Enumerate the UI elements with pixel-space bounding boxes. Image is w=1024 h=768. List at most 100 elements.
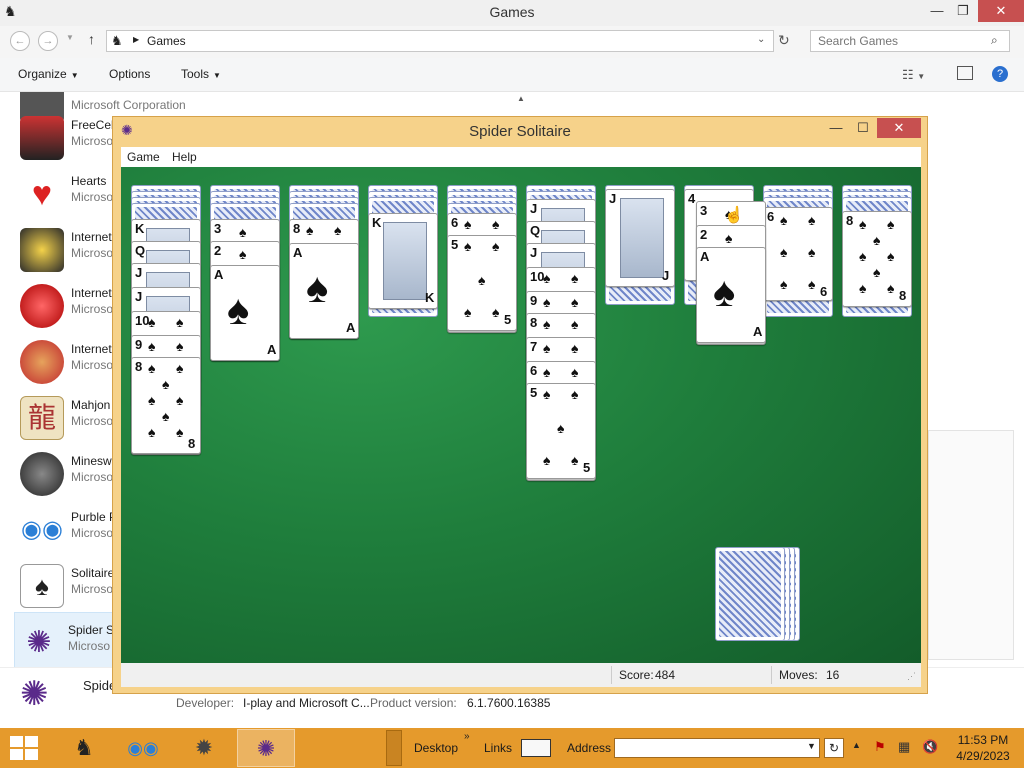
- taskbar-purble-place[interactable]: ◉◉: [114, 729, 172, 767]
- game-name: Internet: [71, 286, 112, 300]
- refresh-button[interactable]: ↻: [778, 32, 790, 49]
- spider-titlebar: ✺ Spider Solitaire — ☐ ✕: [113, 117, 927, 147]
- games-folder-icon: ♞: [74, 735, 94, 760]
- recent-pages-dropdown[interactable]: ▼: [66, 33, 74, 42]
- game-name: Internet: [71, 342, 112, 356]
- command-bar: Organize ▼ Options Tools ▼ ☷ ▼ ?: [0, 58, 1024, 92]
- restore-button[interactable]: ❐: [948, 0, 978, 22]
- start-button[interactable]: [10, 736, 38, 760]
- game-publisher: Microso: [71, 246, 114, 260]
- card-six-spades[interactable]: 6 ♠ ♠ ♠ ♠ ♠ ♠ 6: [763, 207, 833, 301]
- breadcrumb[interactable]: Games: [147, 34, 186, 48]
- internet-backgammon-icon: [20, 228, 64, 272]
- taskbar-spider-solitaire[interactable]: ✺: [237, 729, 295, 767]
- close-button[interactable]: ✕: [877, 118, 921, 138]
- toolbar-overflow-icon[interactable]: »: [464, 731, 470, 742]
- resize-grip-icon[interactable]: ⋰: [907, 671, 916, 682]
- spider-statusbar: Score: 484 Moves: 16 ⋰: [121, 663, 921, 687]
- game-publisher: Microso: [71, 526, 114, 540]
- game-name: Hearts: [71, 174, 107, 188]
- chevron-down-icon[interactable]: ⌄: [757, 34, 765, 45]
- spider-menubar: Game Help: [121, 147, 921, 167]
- games-folder-icon: ♞: [111, 33, 123, 48]
- card-eight-spades[interactable]: 8 ♠ ♠ ♠ ♠ ♠ ♠ ♠ ♠ 8: [131, 357, 201, 454]
- window-title: Games: [489, 4, 535, 20]
- taskbar-minesweeper[interactable]: ✹: [175, 729, 233, 767]
- card-ace-spades[interactable]: A ♠ A: [210, 265, 280, 361]
- moves-label: Moves:: [779, 668, 818, 682]
- tools-menu[interactable]: Tools ▼: [181, 67, 221, 81]
- search-icon[interactable]: ⌕: [991, 33, 998, 48]
- game-name: Spider S: [68, 623, 115, 637]
- clock-time[interactable]: 11:53 PM: [948, 733, 1018, 747]
- game-publisher: Microso: [71, 134, 114, 148]
- links-toolbar-label[interactable]: Links: [484, 741, 512, 755]
- help-icon[interactable]: ?: [992, 66, 1008, 82]
- card-ace-spades[interactable]: A ♠ A: [289, 243, 359, 339]
- game-publisher: Microso: [68, 639, 111, 653]
- card-eight-spades[interactable]: 8 ♠ ♠ ♠ ♠ ♠ ♠ ♠ ♠ 8: [842, 211, 912, 307]
- game-publisher: Microso: [71, 470, 114, 484]
- taskbar-address-field[interactable]: ▼: [614, 738, 820, 758]
- score-label: Score:: [619, 668, 654, 682]
- options-button[interactable]: Options: [109, 67, 150, 81]
- taskbar: ♞ ◉◉ ✹ ✺ Desktop » Links Address ▼ ↻ ▲ ⚑…: [0, 728, 1024, 768]
- mahjong-icon: 龍: [20, 396, 64, 440]
- view-options-icon[interactable]: ☷ ▼: [902, 67, 925, 83]
- refresh-button[interactable]: ↻: [824, 738, 844, 758]
- tools-label: Tools: [181, 67, 210, 81]
- game-name: Internet: [71, 230, 112, 244]
- keyboard-icon[interactable]: [521, 739, 551, 757]
- address-box[interactable]: ♞ ▶ Games ⌄: [106, 30, 774, 52]
- moves-value: 16: [826, 668, 840, 682]
- menu-help[interactable]: Help: [172, 150, 197, 164]
- card-ace-spades[interactable]: A ♠ A: [696, 247, 766, 343]
- card-five-spades[interactable]: 5 ♠ ♠ ♠ ♠ ♠ 5: [526, 383, 596, 479]
- freecell-icon: [20, 116, 64, 160]
- purble-place-icon: ◉◉: [127, 738, 159, 758]
- taskbar-address-input[interactable]: [615, 739, 805, 757]
- network-icon[interactable]: ▦: [898, 739, 910, 755]
- desktop-toolbar-label[interactable]: Desktop: [414, 741, 458, 755]
- organize-label: Organize: [18, 67, 67, 81]
- breadcrumb-chevron-icon[interactable]: ▶: [133, 35, 139, 44]
- explorer-titlebar: ♞ Games — ❐ ✕: [0, 0, 1024, 26]
- spider-solitaire-icon: ✺: [20, 675, 49, 713]
- preview-panel: [928, 430, 1014, 660]
- taskbar-games-explorer[interactable]: ♞: [55, 729, 113, 767]
- options-label: Options: [109, 67, 151, 81]
- game-name: Solitaire: [71, 566, 115, 580]
- card-five-spades[interactable]: 5 ♠ ♠ ♠ ♠ ♠ 5: [447, 235, 517, 331]
- toolbar-grip[interactable]: [386, 730, 402, 766]
- hearts-icon: ♥: [20, 172, 64, 216]
- search-box[interactable]: ⌕: [810, 30, 1010, 52]
- score-value: 484: [655, 668, 676, 682]
- game-name: Minesw: [71, 454, 112, 468]
- card-jack-spades[interactable]: JJ: [605, 189, 675, 287]
- product-version-label: Product version:: [370, 696, 457, 710]
- back-button[interactable]: ←: [10, 31, 30, 51]
- close-button[interactable]: ✕: [978, 0, 1024, 22]
- spider-solitaire-icon: ✺: [26, 626, 52, 659]
- organize-menu[interactable]: Organize ▼: [18, 67, 79, 81]
- forward-button[interactable]: →: [38, 31, 58, 51]
- preview-pane-icon[interactable]: [957, 66, 973, 80]
- clock-date[interactable]: 4/29/2023: [948, 749, 1018, 763]
- card-king-spades[interactable]: KK: [368, 213, 438, 309]
- up-button[interactable]: ↑: [88, 31, 95, 47]
- game-name: Purble P: [71, 510, 118, 524]
- game-name: Mahjon: [71, 398, 111, 412]
- minimize-button[interactable]: —: [823, 118, 849, 138]
- show-hidden-icons[interactable]: ▲: [852, 740, 861, 750]
- card-back: [715, 547, 785, 641]
- maximize-button[interactable]: ☐: [850, 118, 876, 138]
- chevron-down-icon[interactable]: ▼: [807, 741, 816, 751]
- spider-solitaire-window: ✺ Spider Solitaire — ☐ ✕ Game Help K Q J…: [112, 116, 928, 694]
- game-table[interactable]: K Q J J 10 ♠ ♠ 9 ♠ ♠ 8 ♠ ♠ ♠ ♠ ♠ ♠ ♠ ♠ 8 3 ♠ 2 ♠ A ♠ A 8 ♠…: [121, 167, 921, 663]
- spider-window-title: Spider Solitaire: [469, 123, 571, 140]
- volume-muted-icon[interactable]: 🔇: [922, 739, 938, 755]
- search-input[interactable]: [811, 31, 986, 51]
- menu-game[interactable]: Game: [127, 150, 160, 164]
- action-center-flag-icon[interactable]: ⚑: [874, 739, 886, 755]
- scroll-up-icon[interactable]: ▲: [517, 94, 525, 103]
